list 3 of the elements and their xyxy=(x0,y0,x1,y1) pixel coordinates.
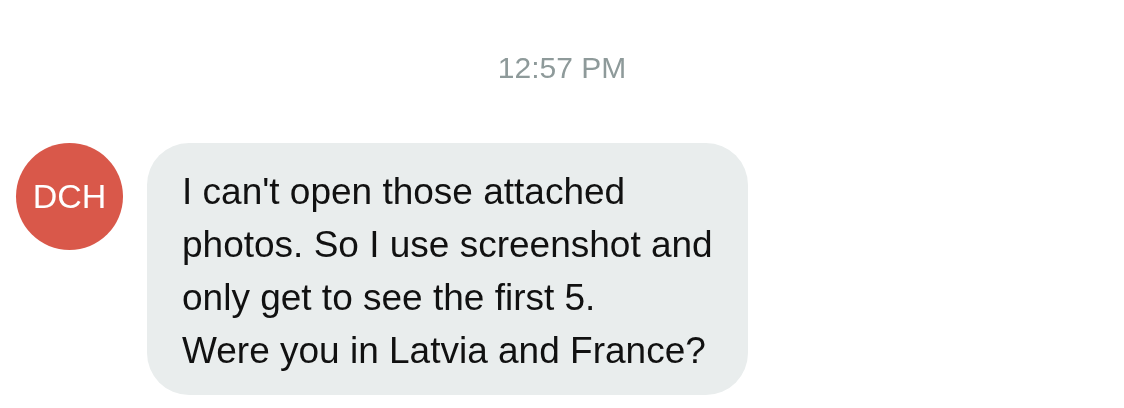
message-bubble: I can't open those attached photos. So I use screenshot and only get to see the first 5. Were you in Latvia and France? xyxy=(147,143,748,395)
avatar: DCH xyxy=(16,143,123,250)
timestamp: 12:57 PM xyxy=(497,51,627,84)
